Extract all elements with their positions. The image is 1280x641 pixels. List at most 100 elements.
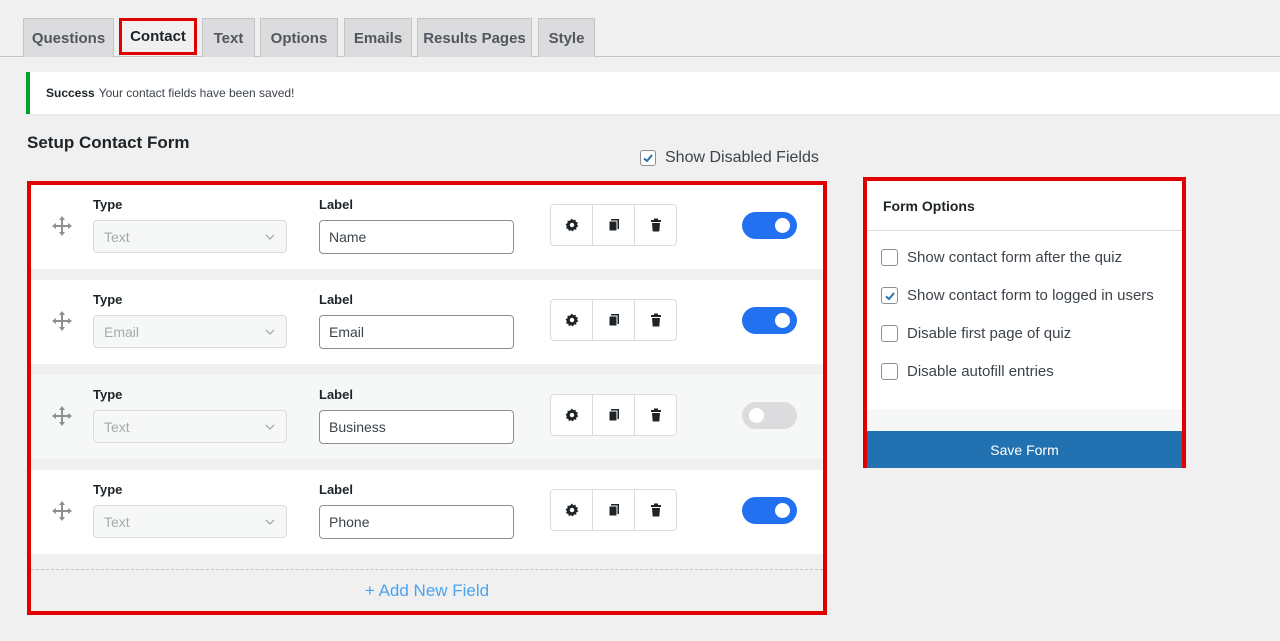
tab-bar: Questions Contact Text Options Emails Re… [0,0,1280,57]
notice-strong: Success [46,86,95,100]
type-value: Text [104,513,130,530]
chevron-down-icon [265,519,275,525]
add-new-field-button[interactable]: + Add New Field [31,569,823,611]
tab-options[interactable]: Options [260,18,338,57]
drag-handle-icon[interactable] [51,215,73,237]
contact-fields-panel: Type Text Label Name Type Email Label Em… [27,181,827,615]
save-form-button[interactable]: Save Form [867,431,1182,468]
option-show-after-quiz[interactable]: Show contact form after the quiz [881,249,1122,266]
toggle-knob [775,218,790,233]
form-options-panel: Form Options Show contact form after the… [863,177,1186,468]
delete-button[interactable] [635,490,676,530]
label-input[interactable]: Business [319,410,514,444]
settings-button[interactable] [551,300,593,340]
tab-emails[interactable]: Emails [344,18,412,57]
field-row: Type Email Label Email [31,280,823,364]
gear-icon [565,218,578,232]
field-actions [550,489,677,531]
field-actions [550,394,677,436]
tab-style[interactable]: Style [538,18,595,57]
settings-button[interactable] [551,395,593,435]
field-row: Type Text Label Business [31,375,823,459]
gear-icon [565,408,578,422]
drag-handle-icon[interactable] [51,310,73,332]
type-select[interactable]: Text [93,220,287,253]
option-label: Show contact form to logged in users [907,287,1154,304]
delete-button[interactable] [635,205,676,245]
delete-button[interactable] [635,300,676,340]
field-enabled-toggle[interactable] [742,212,797,239]
drag-handle-icon[interactable] [51,405,73,427]
type-label: Type [93,387,123,402]
duplicate-button[interactable] [593,205,635,245]
field-row: Type Text Label Name [31,185,823,269]
tab-questions[interactable]: Questions [23,18,114,57]
type-value: Text [104,228,130,245]
trash-icon [650,218,661,232]
gear-icon [565,503,578,517]
tab-text[interactable]: Text [202,18,255,57]
options-footer-spacer [867,409,1182,431]
type-label: Type [93,197,123,212]
chevron-down-icon [265,329,275,335]
type-value: Text [104,418,130,435]
type-label: Type [93,482,123,497]
checkbox-icon[interactable] [881,287,898,304]
field-enabled-toggle[interactable] [742,307,797,334]
type-select[interactable]: Text [93,505,287,538]
field-enabled-toggle[interactable] [742,497,797,524]
chevron-down-icon [265,424,275,430]
checkbox-icon[interactable] [881,249,898,266]
delete-button[interactable] [635,395,676,435]
toggle-knob [775,313,790,328]
field-enabled-toggle[interactable] [742,402,797,429]
drag-handle-icon[interactable] [51,500,73,522]
label-input[interactable]: Phone [319,505,514,539]
tab-results-pages[interactable]: Results Pages [417,18,532,57]
trash-icon [650,313,661,327]
copy-icon [608,314,619,327]
form-options-title: Form Options [867,181,1182,231]
duplicate-button[interactable] [593,490,635,530]
duplicate-button[interactable] [593,300,635,340]
option-label: Disable first page of quiz [907,325,1072,342]
option-label: Disable autofill entries [907,363,1054,380]
checkbox-icon[interactable] [881,363,898,380]
success-notice: Success Your contact fields have been sa… [26,72,1280,114]
label-input[interactable]: Name [319,220,514,254]
checkbox-icon[interactable] [640,150,656,166]
label-label: Label [319,387,353,402]
toggle-knob [749,408,764,423]
tab-contact[interactable]: Contact [119,18,197,55]
option-disable-autofill[interactable]: Disable autofill entries [881,363,1054,380]
copy-icon [608,504,619,517]
duplicate-button[interactable] [593,395,635,435]
settings-button[interactable] [551,490,593,530]
type-select[interactable]: Email [93,315,287,348]
type-value: Email [104,323,140,340]
label-label: Label [319,482,353,497]
option-label: Show contact form after the quiz [907,249,1123,266]
type-label: Type [93,292,123,307]
option-show-to-logged-in[interactable]: Show contact form to logged in users [881,287,1154,304]
field-actions [550,299,677,341]
field-actions [550,204,677,246]
gear-icon [565,313,578,327]
field-row: Type Text Label Phone [31,470,823,554]
show-disabled-fields-toggle[interactable]: Show Disabled Fields [640,149,819,167]
toggle-knob [775,503,790,518]
type-select[interactable]: Text [93,410,287,443]
trash-icon [650,408,661,422]
label-label: Label [319,292,353,307]
label-label: Label [319,197,353,212]
checkbox-icon[interactable] [881,325,898,342]
notice-message: Your contact fields have been saved! [98,86,295,100]
trash-icon [650,503,661,517]
settings-button[interactable] [551,205,593,245]
chevron-down-icon [265,234,275,240]
copy-icon [608,219,619,232]
option-disable-first-page[interactable]: Disable first page of quiz [881,325,1071,342]
label-input[interactable]: Email [319,315,514,349]
show-disabled-label: Show Disabled Fields [665,149,819,166]
copy-icon [608,409,619,422]
